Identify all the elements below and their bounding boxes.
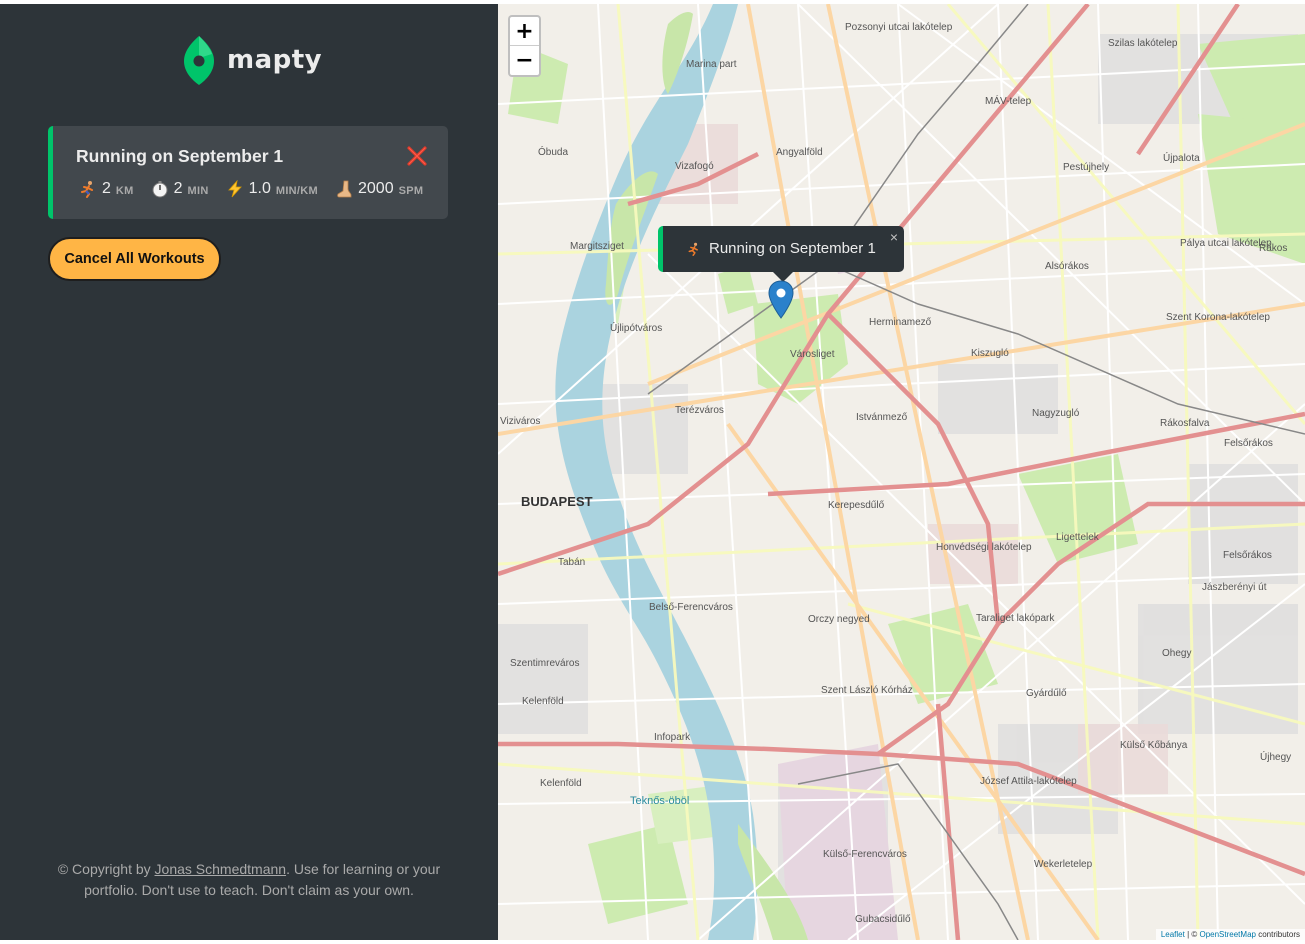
workout-popup[interactable]: Running on September 1 ×	[658, 226, 904, 272]
map-label: Külső-Ferencváros	[823, 849, 907, 860]
map-label: Wekerletelep	[1034, 859, 1093, 870]
map-label: Kerepesdűlő	[828, 500, 885, 511]
map-label: Újlipótváros	[610, 323, 663, 334]
attribution-separator: | ©	[1184, 930, 1200, 939]
delete-workout-icon[interactable]	[406, 145, 428, 167]
stopwatch-icon	[150, 179, 170, 199]
popup-text: Running on September 1	[709, 240, 876, 257]
cancel-all-workouts-button[interactable]: Cancel All Workouts	[48, 237, 221, 281]
map-label: Rákosfalva	[1160, 418, 1210, 429]
map-label: Ohegy	[1162, 648, 1192, 659]
copyright-author-link[interactable]: Jonas Schmedtmann	[155, 861, 287, 877]
map-label: Szilas lakótelep	[1108, 38, 1178, 49]
map-label: Kelenföld	[540, 778, 582, 789]
workout-detail-duration: 2 MIN	[150, 179, 209, 199]
map-label: Szent László Kórház	[821, 685, 913, 696]
map-label: Alsórákos	[1045, 261, 1089, 272]
map-label: Újhegy	[1260, 752, 1292, 763]
map-label: Terézváros	[675, 405, 724, 416]
map-label: Infopark	[654, 732, 691, 743]
map-label: Taraliget lakópark	[976, 613, 1055, 624]
workout-detail-pace: 1.0 MIN/KM	[225, 179, 318, 199]
app: mapty Running on September 1 2 KM 2 MIN …	[0, 4, 1305, 940]
workout-pace-unit: MIN/KM	[275, 184, 318, 197]
map-label: Szentimreváros	[510, 658, 580, 669]
lightning-icon	[225, 179, 245, 199]
map-pin-logo-icon	[184, 36, 214, 85]
logo-text: mapty	[227, 45, 323, 75]
workout-distance-unit: KM	[115, 184, 134, 197]
logo: mapty	[183, 34, 322, 86]
map-label: Herminamező	[869, 317, 932, 328]
map-label: Belső-Ferencváros	[649, 602, 733, 613]
map-marker-icon[interactable]	[768, 280, 794, 320]
workout-details: 2 KM 2 MIN 1.0 MIN/KM 2000 SPM	[78, 179, 439, 199]
map-label: Gubacsidűlő	[855, 914, 911, 925]
map-label: Margitsziget	[570, 241, 624, 252]
workout-cadence-unit: SPM	[398, 184, 424, 197]
map-label: Vizafogó	[675, 161, 714, 172]
map-tiles[interactable]	[498, 4, 1305, 940]
map-label: Kelenföld	[522, 696, 564, 707]
zoom-in-button[interactable]: +	[510, 17, 539, 46]
attribution-suffix: contributors	[1255, 930, 1300, 939]
map-label: Szent Korona-lakótelep	[1166, 312, 1270, 323]
copyright: © Copyright by Jonas Schmedtmann. Use fo…	[50, 859, 448, 901]
map-label: Kiszugló	[971, 348, 1009, 359]
map-label: Marina part	[686, 59, 737, 70]
runner-icon	[78, 179, 98, 199]
leaflet-link[interactable]: Leaflet	[1161, 930, 1185, 939]
map-label: Óbuda	[538, 147, 569, 158]
workout-detail-cadence: 2000 SPM	[334, 179, 423, 199]
map-label: Gyárdűlő	[1026, 688, 1067, 699]
zoom-out-button[interactable]: −	[510, 46, 539, 75]
map-label: Újpalota	[1163, 153, 1200, 164]
map-label: MÁV-telep	[985, 96, 1032, 107]
map-label: Pestújhely	[1063, 162, 1110, 173]
map-label: Felsőrákos	[1223, 550, 1272, 561]
workout-distance-value: 2	[102, 180, 111, 197]
zoom-control: + −	[508, 15, 541, 77]
map-label-city: BUDAPEST	[521, 494, 593, 509]
workout-card-running[interactable]: Running on September 1 2 KM 2 MIN 1.0 MI…	[48, 126, 448, 219]
map-label: Honvédségi lakótelep	[936, 542, 1032, 553]
workout-duration-value: 2	[173, 180, 183, 197]
map-label: Jászberényi út	[1202, 582, 1267, 593]
workout-duration-unit: MIN	[187, 184, 209, 197]
foot-icon	[334, 179, 354, 199]
map-label: Nagyzugló	[1032, 408, 1080, 419]
popup-close-button[interactable]: ×	[890, 229, 898, 245]
workout-pace-value: 1.0	[248, 180, 271, 197]
map-label: Istvánmező	[856, 412, 908, 423]
map-label: Viziváros	[500, 416, 541, 427]
workout-cadence-value: 2000	[358, 180, 394, 197]
copyright-prefix: © Copyright by	[57, 861, 155, 877]
map-label: Ligettelek	[1056, 532, 1099, 543]
map-label: Rákos	[1259, 243, 1288, 254]
map-label: Tabán	[558, 557, 586, 568]
map-label: Külső Kőbánya	[1120, 740, 1188, 751]
map-label: Pozsonyi utcai lakótelep	[845, 22, 953, 33]
map-label: Orczy negyed	[808, 614, 870, 625]
map-attribution: Leaflet | © OpenStreetMap contributors	[1155, 929, 1305, 940]
map-label: Angyalföld	[776, 147, 823, 158]
map[interactable]: Pozsonyi utcai lakótelep Szilas lakótele…	[498, 4, 1305, 940]
map-label: Városliget	[790, 349, 835, 360]
map-label: Felsőrákos	[1224, 438, 1273, 449]
osm-link[interactable]: OpenStreetMap	[1199, 930, 1255, 939]
workout-detail-distance: 2 KM	[78, 179, 134, 199]
map-label: Pálya utcai lakótelep	[1180, 238, 1272, 249]
map-label: Teknős-öböl	[630, 795, 690, 807]
runner-icon	[687, 241, 701, 262]
sidebar: mapty Running on September 1 2 KM 2 MIN …	[0, 4, 498, 940]
workout-title: Running on September 1	[76, 146, 284, 166]
map-label: József Attila-lakótelep	[980, 776, 1077, 787]
